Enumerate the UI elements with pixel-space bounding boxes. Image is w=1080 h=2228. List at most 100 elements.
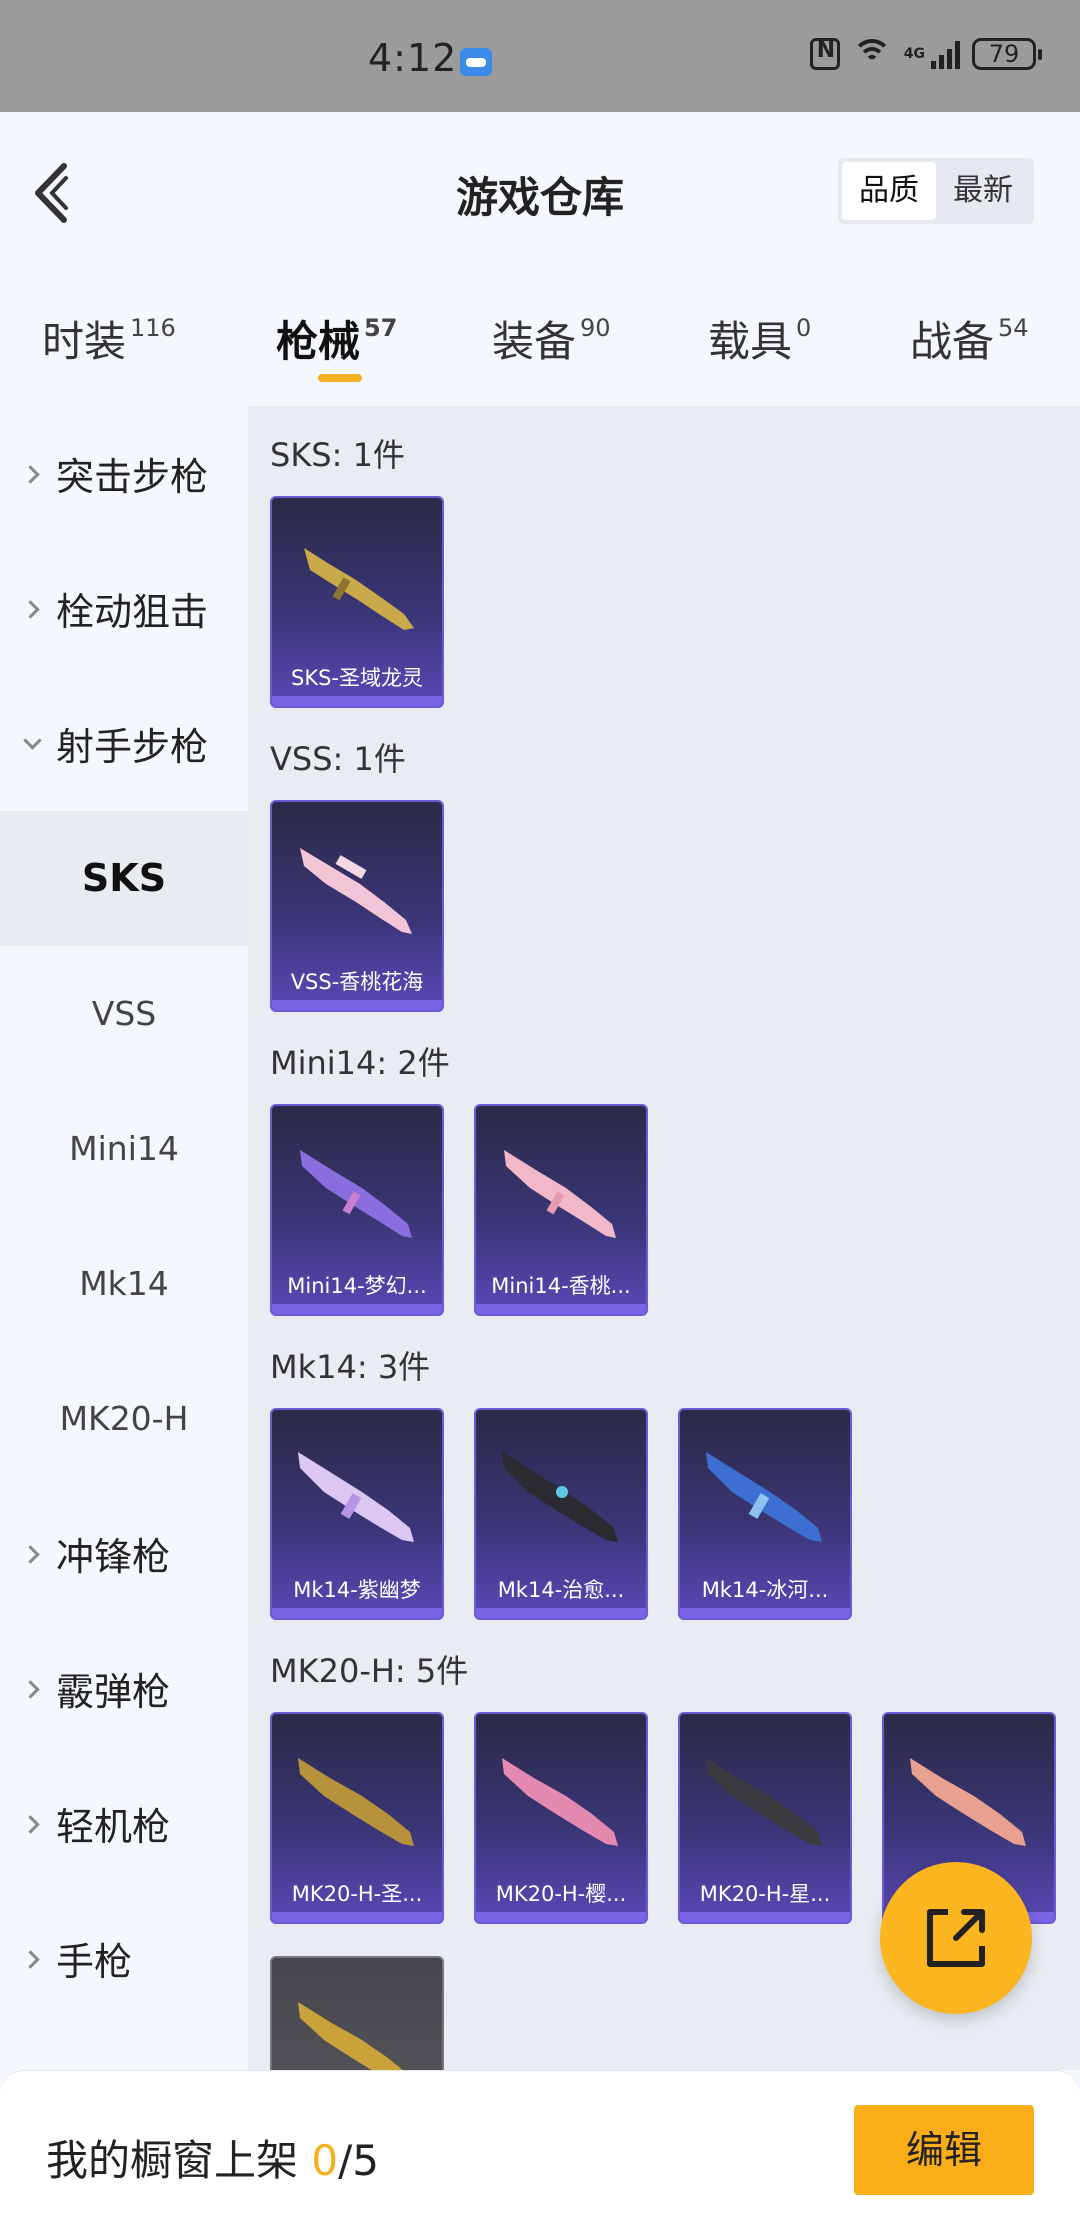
tab-count: 0 [796,314,812,342]
weapon-card[interactable]: SKS-圣域龙灵 [270,496,444,708]
weapon-name: Mini14-香桃... [491,1274,631,1298]
weapon-name: MK20-H-樱... [495,1882,627,1906]
bottom-bar: 我的橱窗上架 0/5 编辑 [0,2070,1080,2228]
card-bottom-strip [272,1304,442,1314]
weapon-name: MK20-H-星... [699,1882,831,1906]
rifle-icon [502,1452,618,1542]
status-bar: 4:12 4G 79 [0,0,1080,112]
weapon-card[interactable]: Mini14-香桃... [474,1104,648,1316]
sidebar-item-assault-rifle[interactable]: 突击步枪 [0,406,248,541]
sidebar-item-smg[interactable]: 冲锋枪 [0,1486,248,1621]
nfc-icon [809,38,840,70]
card-bottom-strip [272,696,442,706]
status-time: 4:12 [368,36,458,80]
rifle-icon [304,548,414,630]
group-title-sks: SKS: 1件 [270,436,405,474]
signal-icon [931,39,960,69]
group-title-mini14: Mini14: 2件 [270,1044,450,1082]
sidebar-item-label: 轻机枪 [56,1805,171,1849]
card-bottom-strip [272,1000,442,1010]
tab-firearms[interactable]: 枪械 57 [276,308,397,369]
chevron-right-icon [22,1949,42,1969]
weapon-card[interactable]: Mk14-冰河... [678,1408,852,1620]
sort-toggle: 品质 最新 [838,158,1034,224]
sidebar-item-pistol[interactable]: 手枪 [0,1891,248,2026]
sidebar-subitem-vss[interactable]: VSS [0,946,248,1081]
rifle-icon [706,1758,822,1846]
sidebar-item-shotgun[interactable]: 霰弹枪 [0,1621,248,1756]
tab-count: 57 [364,314,398,342]
category-sidebar: 突击步枪 栓动狙击 射手步枪 SKS VSS Mini14 Mk14 MK20-… [0,406,248,2070]
sidebar-item-label: 射手步枪 [56,725,209,769]
sidebar-item-marksman-rifle[interactable]: 射手步枪 [0,676,248,811]
rifle-icon [298,1452,414,1542]
tab-count: 54 [998,314,1029,342]
category-tabs: 时装 116 枪械 57 装备 90 载具 0 战备 54 [0,290,1080,400]
weapon-card[interactable]: Mk14-紫幽梦 [270,1408,444,1620]
sidebar-subitem-mk14[interactable]: Mk14 [0,1216,248,1351]
chevron-down-icon [22,734,42,754]
weapon-name: Mk14-治愈... [497,1578,625,1602]
weapon-card[interactable]: MK20-H-圣... [270,1712,444,1924]
showcase-current: 0 [311,2136,339,2185]
rifle-icon [300,1150,412,1238]
card-bottom-strip [476,1304,646,1314]
card-bottom-strip [272,1608,442,1618]
tab-label: 载具 [708,317,793,366]
sidebar-item-lmg[interactable]: 轻机枪 [0,1756,248,1891]
card-bottom-strip [476,1608,646,1618]
sidebar-subitem-mk20h[interactable]: MK20-H [0,1351,248,1486]
group-title-vss: VSS: 1件 [270,740,406,778]
rifle-icon [910,1758,1026,1846]
rifle-icon [298,1758,414,1846]
tab-supplies[interactable]: 战备 54 [910,308,1029,369]
network-type-label: 4G [903,46,925,62]
app-header: 游戏仓库 品质 最新 [0,112,1080,272]
tab-fashion[interactable]: 时装 116 [42,308,176,369]
game-mode-icon [460,48,492,76]
sidebar-item-label: 栓动狙击 [56,590,209,634]
tab-vehicles[interactable]: 载具 0 [708,308,811,369]
showcase-counter: 我的橱窗上架 0/5 [46,2127,379,2188]
weapon-card[interactable]: Mk14-治愈... [474,1408,648,1620]
sort-quality-option[interactable]: 品质 [842,162,936,220]
weapon-card[interactable]: Mini14-梦幻... [270,1104,444,1316]
weapon-card[interactable] [270,1956,444,2070]
rifle-icon [706,1452,822,1542]
sidebar-item-bolt-sniper[interactable]: 栓动狙击 [0,541,248,676]
share-external-icon [927,1909,985,1967]
weapon-name: MK20-H-圣... [291,1882,423,1906]
sidebar-subitem-mini14[interactable]: Mini14 [0,1081,248,1216]
group-title-mk14: Mk14: 3件 [270,1348,431,1386]
rifle-icon [502,1758,618,1846]
showcase-total: /5 [338,2136,379,2185]
sidebar-subitem-sks[interactable]: SKS [0,811,248,946]
sidebar-item-label: 突击步枪 [56,455,209,499]
rifle-icon [504,1150,616,1238]
sidebar-item-label: 冲锋枪 [56,1535,171,1579]
tab-label: 战备 [910,317,995,366]
tab-label: 装备 [492,317,577,366]
edit-button[interactable]: 编辑 [854,2105,1034,2195]
weapon-card[interactable]: VSS-香桃花海 [270,800,444,1012]
weapon-name: SKS-圣域龙灵 [290,666,423,690]
group-title-mk20h: MK20-H: 5件 [270,1652,469,1690]
weapon-card[interactable]: MK20-H-星... [678,1712,852,1924]
chevron-right-icon [22,464,42,484]
sidebar-item-label: 霰弹枪 [56,1670,171,1714]
card-bottom-strip [680,1912,850,1922]
chevron-right-icon [22,1544,42,1564]
sort-newest-option[interactable]: 最新 [936,162,1030,220]
chevron-right-icon [22,1679,42,1699]
card-bottom-strip [272,1912,442,1922]
tab-count: 116 [130,314,176,342]
wifi-icon [851,39,892,69]
status-icons: 4G 79 [809,38,1042,70]
chevron-right-icon [22,599,42,619]
share-fab[interactable] [880,1862,1032,2014]
tab-equipment[interactable]: 装备 90 [492,308,611,369]
weapon-name: Mk14-紫幽梦 [293,1578,421,1602]
chevron-right-icon [22,1814,42,1834]
tab-count: 90 [580,314,611,342]
weapon-card[interactable]: MK20-H-樱... [474,1712,648,1924]
